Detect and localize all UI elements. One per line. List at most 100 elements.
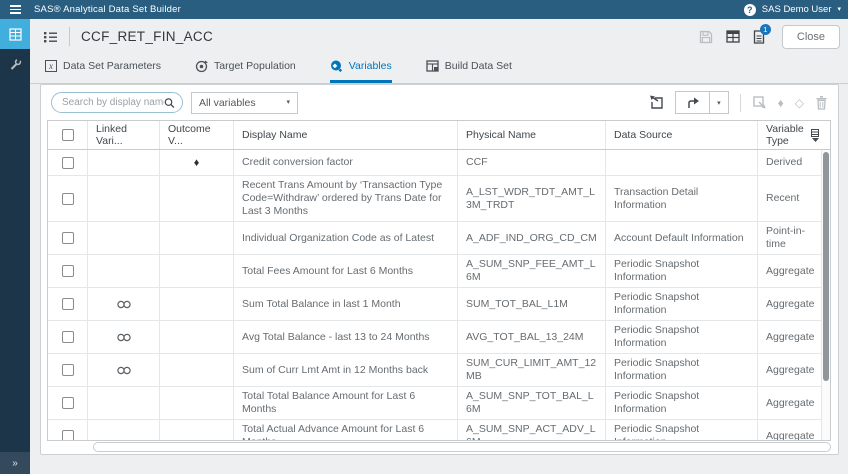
left-sidebar: » — [0, 19, 30, 474]
data-set-builder-icon — [8, 27, 22, 41]
row-checkbox-cell — [48, 354, 88, 386]
cell-data-source: Account Default Information — [606, 222, 758, 254]
horizontal-scrollbar-thumb[interactable] — [93, 442, 831, 452]
app-window: SAS® Analytical Data Set Builder ? SAS D… — [0, 0, 848, 474]
cell-physical-name: AVG_TOT_BAL_13_24M — [458, 321, 606, 353]
table-row[interactable]: Total Fees Amount for Last 6 Months A_SU… — [48, 255, 830, 288]
save-button[interactable] — [699, 30, 713, 44]
link-icon — [116, 333, 131, 341]
column-options-button[interactable] — [811, 128, 819, 142]
link-icon — [116, 300, 131, 308]
user-menu-caret-icon[interactable]: ▾ — [837, 6, 841, 13]
linked-cell — [88, 321, 160, 353]
delete-button[interactable] — [815, 95, 828, 110]
table-row[interactable]: Sum Total Balance in last 1 Month SUM_TO… — [48, 288, 830, 321]
variables-filter-select[interactable]: All variables ▾ — [191, 91, 298, 114]
filter-caret-icon: ▾ — [286, 99, 290, 106]
cell-variable-type: Aggregate — [766, 396, 815, 409]
cell-variable-type: Aggregate — [766, 363, 815, 376]
cell-data-source: Periodic Snapshot Information — [606, 255, 758, 287]
search-field[interactable] — [51, 92, 183, 113]
sidebar-expand-button[interactable]: » — [0, 452, 30, 474]
sidebar-item-tools[interactable] — [0, 49, 30, 79]
help-icon[interactable]: ? — [743, 3, 756, 16]
assign-button[interactable] — [676, 92, 710, 113]
outcome-cell — [160, 222, 234, 254]
row-checkbox[interactable] — [61, 192, 74, 205]
edit-selection-button[interactable] — [752, 95, 767, 110]
assign-menu-caret[interactable]: ▾ — [709, 92, 728, 113]
cell-physical-name: SUM_TOT_BAL_L1M — [458, 288, 606, 320]
table-row[interactable]: Avg Total Balance - last 13 to 24 Months… — [48, 321, 830, 354]
build-data-set-icon — [426, 60, 439, 72]
row-checkbox-cell — [48, 150, 88, 175]
vertical-scrollbar-thumb[interactable] — [823, 152, 829, 382]
set-outcome-button[interactable]: ♦ — [778, 97, 784, 109]
row-checkbox[interactable] — [61, 232, 74, 244]
cell-variable-type: Point-in-time — [766, 225, 806, 250]
tab-variables[interactable]: Variables — [329, 54, 392, 83]
table-row[interactable]: ♦ Credit conversion factor CCF Derived — [48, 150, 830, 176]
row-checkbox[interactable] — [61, 156, 74, 169]
controls-row: All variables ▾ — [41, 85, 838, 120]
cell-display-name: Sum of Curr Lmt Amt in 12 Months back — [234, 354, 458, 386]
variables-panel: All variables ▾ — [40, 84, 839, 455]
trash-icon — [816, 96, 827, 110]
import-icon — [650, 95, 663, 109]
horizontal-scrollbar[interactable] — [47, 442, 831, 452]
user-menu-label[interactable]: SAS Demo User — [762, 4, 832, 15]
assign-split-button: ▾ — [675, 91, 729, 114]
col-outcome-variable[interactable]: Outcome V... — [160, 121, 234, 149]
tab-build-data-set[interactable]: Build Data Set — [426, 54, 512, 83]
page-title: CCF_RET_FIN_ACC — [81, 29, 214, 44]
row-checkbox-cell — [48, 321, 88, 353]
row-checkbox[interactable] — [61, 298, 74, 310]
properties-list-button[interactable] — [43, 30, 58, 43]
table-row[interactable]: Total Actual Advance Amount for Last 6 M… — [48, 420, 830, 440]
notification-badge: 1 — [759, 23, 771, 35]
cell-physical-name: SUM_CUR_LIMIT_AMT_12MB — [458, 354, 606, 386]
vertical-scrollbar[interactable] — [821, 150, 830, 440]
col-display-name[interactable]: Display Name — [234, 121, 458, 149]
table-row[interactable]: Individual Organization Code as of Lates… — [48, 222, 830, 255]
main-area: CCF_RET_FIN_ACC 1 Close x Data Set Param… — [30, 19, 848, 474]
table-row[interactable]: Sum of Curr Lmt Amt in 12 Months back SU… — [48, 354, 830, 387]
col-physical-name[interactable]: Physical Name — [458, 121, 606, 149]
column-options-caret-icon — [811, 137, 819, 142]
row-checkbox[interactable] — [61, 364, 74, 376]
notifications-button[interactable]: 1 — [753, 23, 771, 44]
cell-physical-name: A_SUM_SNP_FEE_AMT_L6M — [458, 255, 606, 287]
col-linked-variable[interactable]: Linked Vari... — [88, 121, 160, 149]
cell-display-name: Total Fees Amount for Last 6 Months — [234, 255, 458, 287]
row-checkbox-cell — [48, 176, 88, 221]
tab-target-population[interactable]: Target Population — [195, 54, 296, 83]
row-checkbox[interactable] — [61, 331, 74, 343]
import-variables-button[interactable] — [649, 95, 664, 110]
close-button[interactable]: Close — [781, 24, 840, 49]
table-view-button[interactable] — [726, 30, 740, 43]
linked-cell — [88, 255, 160, 287]
hamburger-menu-icon[interactable] — [0, 0, 30, 19]
cell-display-name: Sum Total Balance in last 1 Month — [234, 288, 458, 320]
table-row[interactable]: Recent Trans Amount by ‘Transaction Type… — [48, 176, 830, 222]
tab-data-set-parameters[interactable]: x Data Set Parameters — [45, 54, 161, 83]
top-app-bar: SAS® Analytical Data Set Builder ? SAS D… — [0, 0, 848, 19]
cell-physical-name: A_SUM_SNP_TOT_BAL_L6M — [458, 387, 606, 419]
search-input[interactable] — [62, 97, 165, 108]
row-checkbox[interactable] — [61, 265, 74, 277]
cell-data-source — [606, 150, 758, 175]
cell-variable-type: Recent — [766, 192, 800, 204]
sidebar-item-data-set-builder[interactable] — [0, 19, 30, 49]
col-variable-type[interactable]: Variable Type — [758, 121, 830, 149]
table-row[interactable]: Total Total Balance Amount for Last 6 Mo… — [48, 387, 830, 420]
select-all-checkbox[interactable] — [61, 129, 74, 141]
divider — [69, 27, 70, 46]
col-data-source[interactable]: Data Source — [606, 121, 758, 149]
table-header: Linked Vari... Outcome V... Display Name… — [48, 121, 830, 150]
clear-outcome-button[interactable]: ◇ — [795, 97, 804, 109]
row-checkbox[interactable] — [61, 430, 74, 440]
outcome-cell — [160, 288, 234, 320]
link-icon — [116, 366, 131, 374]
row-checkbox[interactable] — [61, 397, 74, 409]
outcome-cell — [160, 387, 234, 419]
